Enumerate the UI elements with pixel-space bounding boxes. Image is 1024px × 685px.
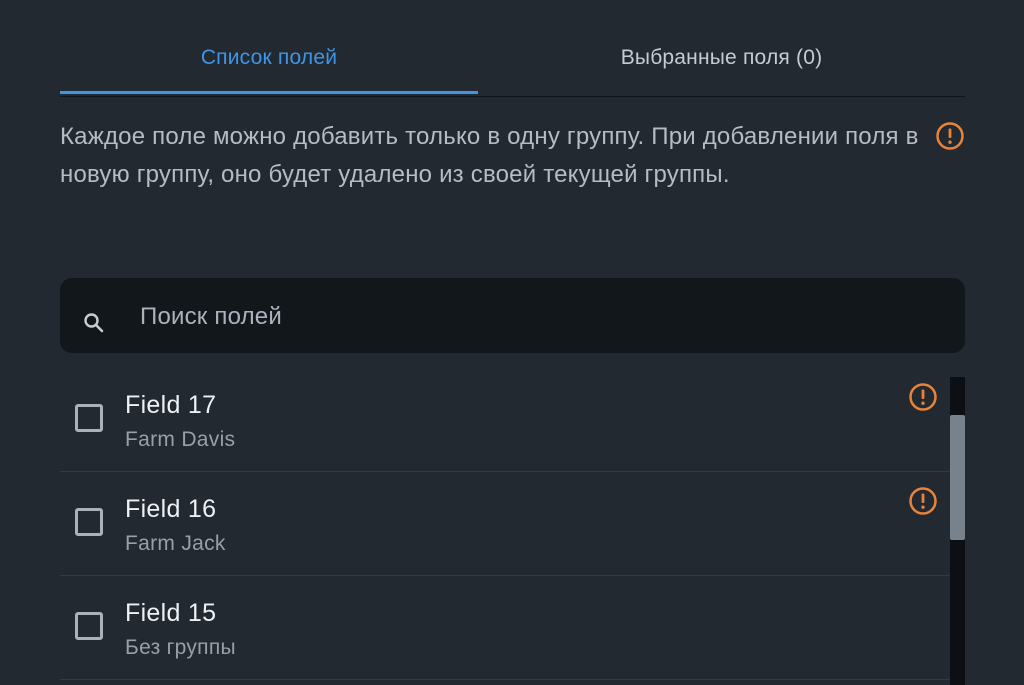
field-checkbox[interactable] bbox=[75, 508, 103, 536]
warning-circle-icon bbox=[909, 383, 937, 411]
field-title: Field 17 bbox=[125, 391, 217, 419]
tab-selected-fields-label: Выбранные поля (0) bbox=[620, 45, 823, 69]
field-checkbox[interactable] bbox=[75, 612, 103, 640]
field-title: Field 15 bbox=[125, 599, 217, 627]
field-group: Farm Jack bbox=[125, 532, 226, 555]
warning-circle-icon bbox=[936, 122, 964, 150]
tab-field-list[interactable]: Список полей bbox=[60, 24, 478, 94]
tab-selected-fields[interactable]: Выбранные поля (0) bbox=[478, 24, 965, 94]
field-title: Field 16 bbox=[125, 495, 217, 523]
field-row[interactable]: Field 15 Без группы bbox=[60, 576, 950, 680]
warning-circle-icon bbox=[909, 487, 937, 515]
field-group: Без группы bbox=[125, 636, 236, 659]
tab-field-list-label: Список полей bbox=[200, 45, 338, 69]
field-group: Farm Davis bbox=[125, 428, 236, 451]
field-selector-panel: Список полей Выбранные поля (0) Каждое п… bbox=[0, 0, 1024, 685]
list-scrollbar-thumb[interactable] bbox=[950, 415, 965, 540]
search-box bbox=[60, 278, 965, 355]
search-icon bbox=[84, 313, 104, 333]
field-checkbox[interactable] bbox=[75, 404, 103, 432]
tab-bar: Список полей Выбранные поля (0) bbox=[60, 24, 965, 97]
field-row[interactable]: Field 17 Farm Davis bbox=[60, 368, 950, 472]
field-list: Field 17 Farm Davis Field 16 Farm Jack F… bbox=[60, 368, 950, 680]
group-notice-text: Каждое поле можно добавить только в одну… bbox=[60, 123, 919, 188]
field-row[interactable]: Field 16 Farm Jack bbox=[60, 472, 950, 576]
search-input[interactable] bbox=[138, 278, 942, 355]
